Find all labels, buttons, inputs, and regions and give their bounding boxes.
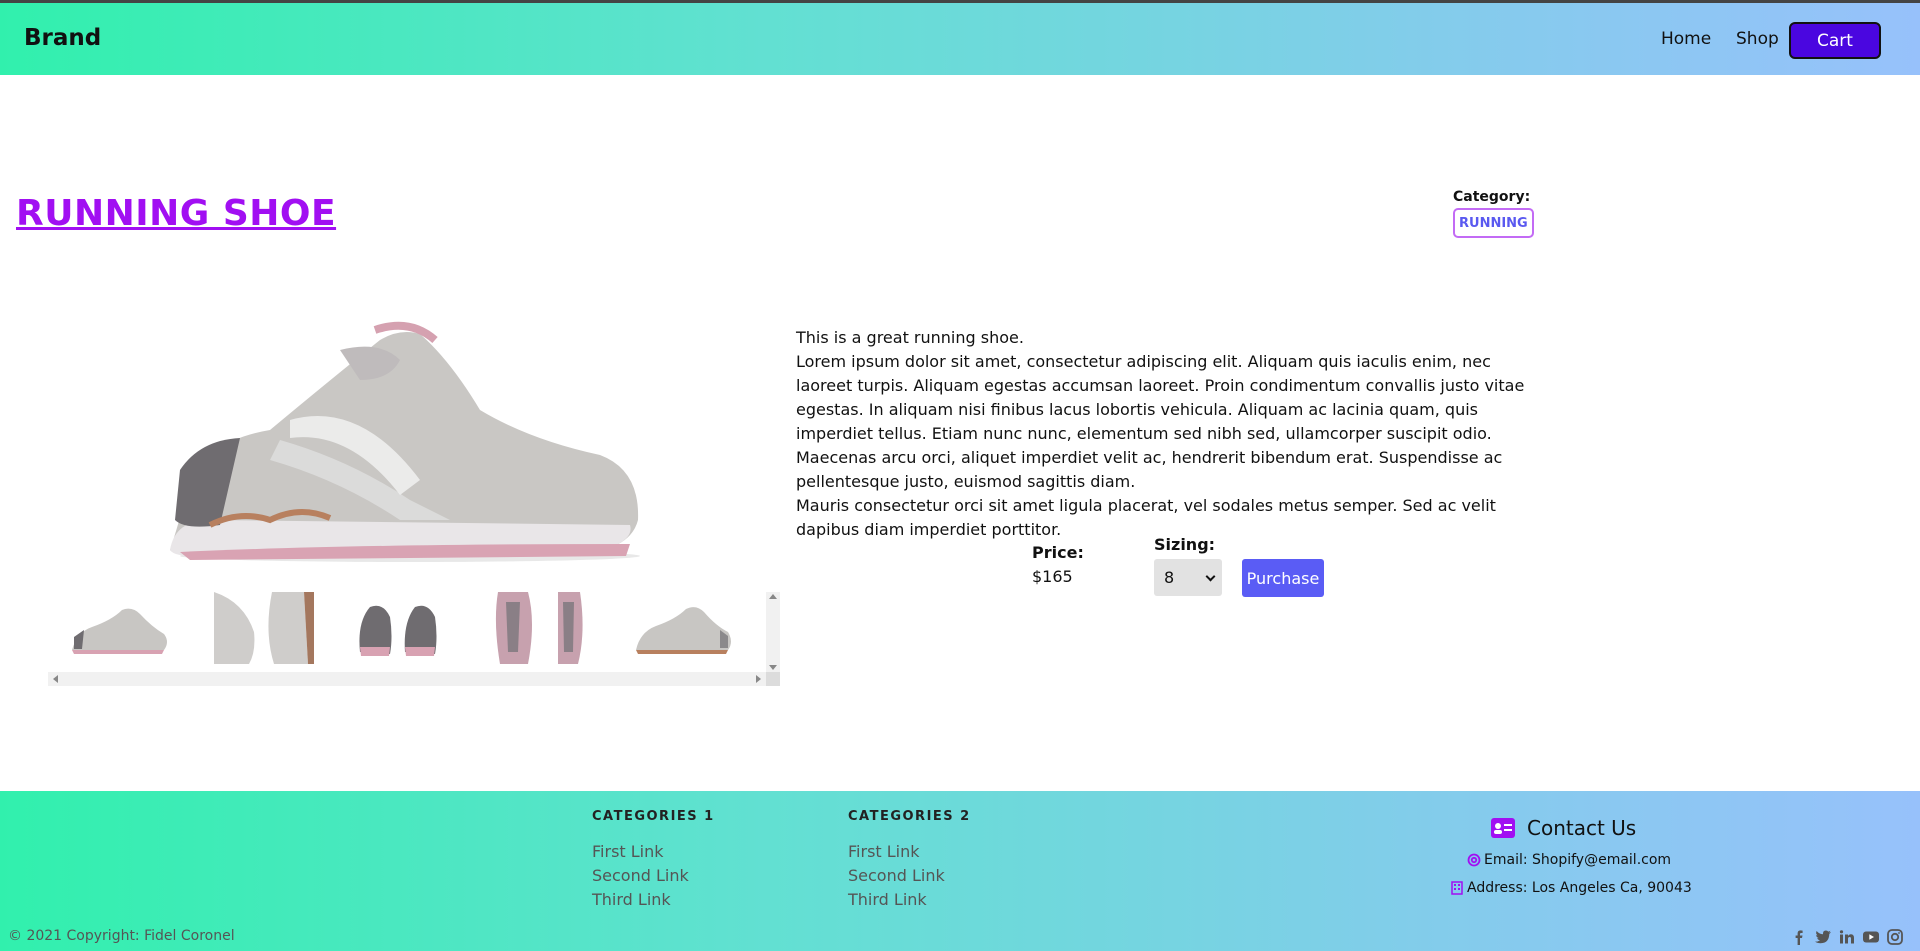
footer-link[interactable]: Third Link <box>848 890 927 909</box>
building-icon <box>1451 881 1463 895</box>
contact-heading: Contact Us <box>1491 816 1636 840</box>
footer-link[interactable]: Second Link <box>592 866 689 885</box>
social-links <box>1790 929 1904 945</box>
product-title[interactable]: RUNNING SHOE <box>16 193 336 234</box>
horizontal-scrollbar[interactable] <box>48 672 766 686</box>
size-select[interactable]: 8 <box>1154 559 1222 596</box>
footer-link[interactable]: Third Link <box>592 890 671 909</box>
thumbnail-back-view[interactable] <box>345 592 455 664</box>
footer-link[interactable]: Second Link <box>848 866 945 885</box>
contact-title: Contact Us <box>1527 816 1637 840</box>
contact-card-icon <box>1491 818 1515 838</box>
contact-email-text: Email: Shopify@email.com <box>1484 852 1672 868</box>
scroll-down-arrow-icon[interactable] <box>769 665 777 670</box>
twitter-icon[interactable] <box>1814 929 1832 945</box>
nav-home-link[interactable]: Home <box>1661 29 1711 49</box>
cart-button[interactable]: Cart <box>1789 22 1881 59</box>
thumbnail-top-view[interactable] <box>204 592 314 664</box>
product-main-image <box>170 321 640 562</box>
price-value: $165 <box>1032 567 1073 586</box>
size-select-value: 8 <box>1164 568 1175 587</box>
brand-logo[interactable]: Brand <box>24 25 101 51</box>
instagram-icon[interactable] <box>1886 929 1904 945</box>
contact-address-text: Address: Los Angeles Ca, 90043 <box>1467 880 1692 896</box>
contact-address: Address: Los Angeles Ca, 90043 <box>1451 880 1692 896</box>
description-paragraph: This is a great running shoe. <box>796 328 1024 347</box>
chevron-down-icon <box>1205 571 1216 582</box>
scroll-left-arrow-icon[interactable] <box>53 675 58 683</box>
scroll-right-arrow-icon[interactable] <box>756 675 761 683</box>
description-paragraph: Lorem ipsum dolor sit amet, consectetur … <box>796 352 1525 491</box>
linkedin-icon[interactable] <box>1838 929 1856 945</box>
footer-link[interactable]: First Link <box>848 842 920 861</box>
at-sign-icon <box>1467 853 1481 867</box>
thumbnail-side-view-2[interactable] <box>628 592 738 664</box>
youtube-icon[interactable] <box>1862 929 1880 945</box>
nav-shop-link[interactable]: Shop <box>1736 29 1779 49</box>
footer: CATEGORIES 1 First Link Second Link Thir… <box>0 791 1920 951</box>
vertical-scrollbar[interactable] <box>766 592 780 672</box>
thumbnail-side-view[interactable] <box>62 592 172 664</box>
navbar: Brand Home Shop Cart <box>0 3 1920 75</box>
contact-email[interactable]: Email: Shopify@email.com <box>1467 852 1671 868</box>
thumbnail-gallery[interactable] <box>48 592 780 686</box>
copyright-text: © 2021 Copyright: Fidel Coronel <box>8 928 235 944</box>
product-description: This is a great running shoe. Lorem ipsu… <box>796 326 1536 542</box>
category-label: Category: <box>1453 189 1531 205</box>
footer-categories-2-title: CATEGORIES 2 <box>848 809 971 824</box>
thumbnail-sole-view[interactable] <box>488 592 598 664</box>
footer-categories-1-title: CATEGORIES 1 <box>592 809 715 824</box>
purchase-button[interactable]: Purchase <box>1242 559 1324 597</box>
footer-link[interactable]: First Link <box>592 842 664 861</box>
scrollbar-corner <box>766 672 780 686</box>
category-badge[interactable]: RUNNING <box>1453 208 1534 238</box>
scroll-up-arrow-icon[interactable] <box>769 594 777 599</box>
facebook-icon[interactable] <box>1790 929 1808 945</box>
price-label: Price: <box>1032 543 1084 562</box>
sizing-label: Sizing: <box>1154 535 1216 554</box>
